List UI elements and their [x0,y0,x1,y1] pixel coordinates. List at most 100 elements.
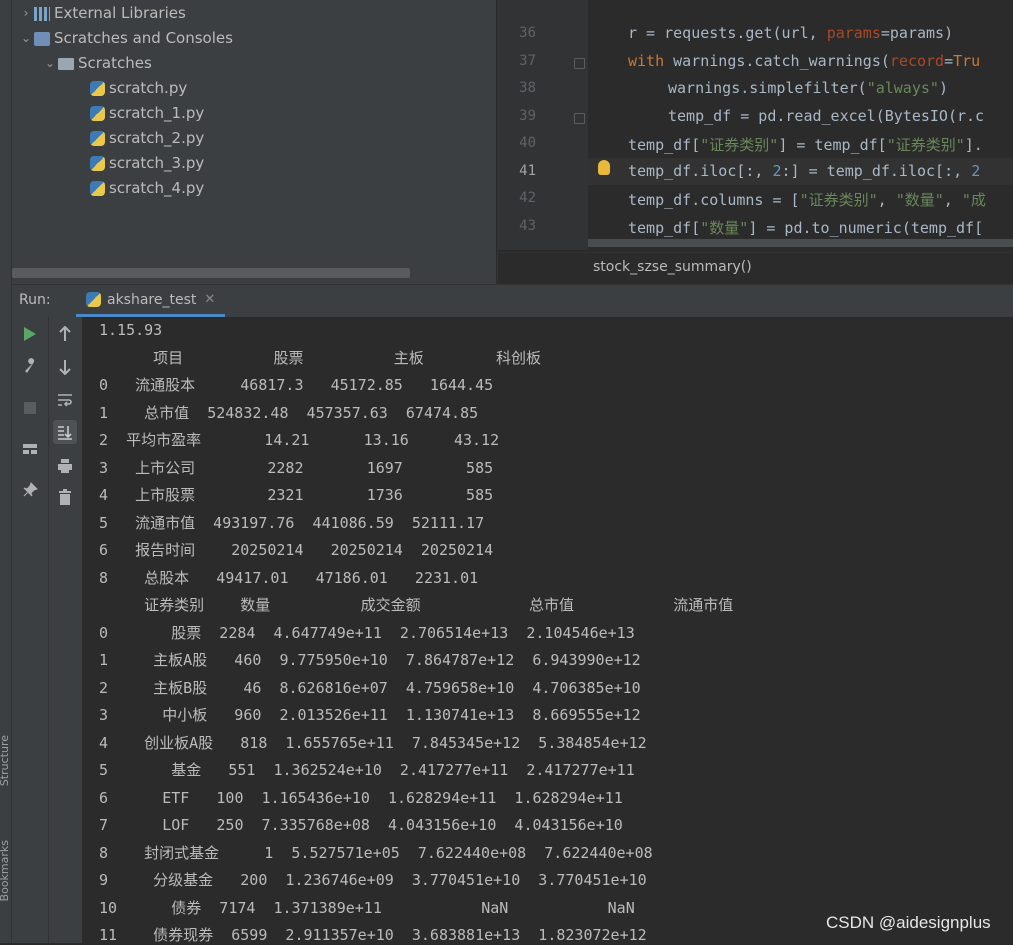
scroll-down-button[interactable] [53,355,77,379]
tree-item-label: Scratches and Consoles [54,29,233,47]
tree-item-label: scratch.py [109,79,188,97]
code-line: temp_df["数量"] = pd.to_numeric(temp_df[ [628,219,984,237]
line-number: 41 [519,163,536,179]
console-line: 项目 股票 主板 科创板 [99,349,542,367]
console-line: 0 流通股本 46817.3 45172.85 1644.45 [99,376,494,394]
code-editor[interactable]: 36 37 38 39 40 41 42 43 r = requests.get… [497,0,1013,285]
structure-tab[interactable]: Structure [0,735,11,786]
tree-item-external-libraries[interactable]: › External Libraries [18,1,186,26]
tab-akshare-test[interactable]: akshare_test ✕ [76,285,226,317]
console-line: 1 总市值 524832.48 457357.63 67474.85 [99,404,479,422]
run-toolbar-right [49,317,83,943]
layout-icon [23,444,37,454]
console-line: 4 上市股票 2321 1736 585 [99,486,494,504]
scroll-to-end-button[interactable] [53,420,77,444]
rerun-button[interactable] [18,322,42,346]
code-line: temp_df = pd.read_excel(BytesIO(r.c [668,107,985,125]
tree-item-scratches-and-consoles[interactable]: ⌄ Scratches and Consoles [18,26,233,51]
line-number: 43 [519,218,536,234]
layout-button[interactable] [18,437,42,461]
code-line: temp_df["证券类别"] = temp_df["证券类别"]. [628,136,983,154]
line-number: 38 [519,80,536,96]
line-number: 42 [519,190,536,206]
run-label: Run: [19,292,51,308]
code-line: with warnings.catch_warnings(record=Tru [628,52,981,70]
close-icon[interactable]: ✕ [204,292,215,307]
bookmarks-tab[interactable]: Bookmarks [0,840,11,901]
tree-item-label: scratch_4.py [109,179,205,197]
code-line: temp_df.columns = ["证券类别", "数量", "成 [628,191,986,209]
console-line: 1.15.93 [99,321,163,339]
console-line: 9 分级基金 200 1.236746e+09 3.770451e+10 3.7… [99,871,647,889]
tree-item-label: Scratches [78,54,152,72]
run-tab-label: akshare_test [107,291,197,308]
stop-button[interactable] [18,396,42,420]
console-line: 3 中小板 960 2.013526e+11 1.130741e+13 8.66… [99,706,641,724]
console-line: 10 债券 7174 1.371389e+11 NaN NaN [99,899,635,917]
horizontal-scrollbar[interactable] [12,268,410,278]
scroll-to-end-icon [58,426,72,440]
clear-all-button[interactable] [53,485,77,509]
tree-item-file[interactable]: scratch_4.py [90,176,204,201]
library-icon [34,6,50,21]
play-icon [24,327,36,341]
tree-item-file[interactable]: scratch_2.py [90,126,204,151]
console-line: 2 主板B股 46 8.626816e+07 4.759658e+10 4.70… [99,679,641,697]
console-line: 5 基金 551 1.362524e+10 2.417277e+11 2.417… [99,761,635,779]
line-number: 40 [519,135,536,151]
wrench-icon [25,358,35,373]
scratches-icon [34,31,50,46]
tree-item-file[interactable]: scratch.py [90,76,187,101]
print-button[interactable] [53,454,77,478]
fold-marker-icon[interactable] [574,113,585,124]
fold-marker-icon[interactable] [574,58,585,69]
chevron-down-icon[interactable]: ⌄ [42,51,58,76]
python-file-icon [86,292,101,307]
console-line: 11 债券现券 6599 2.911357e+10 3.683881e+13 1… [99,926,647,944]
python-file-icon [90,106,105,121]
console-output[interactable]: 1.15.93 项目 股票 主板 科创板 0 流通股本 46817.3 45172… [83,317,1013,944]
soft-wrap-icon [58,394,72,407]
chevron-down-icon[interactable]: ⌄ [18,26,34,51]
scroll-up-button[interactable] [53,322,77,346]
trash-icon [59,489,71,505]
stop-icon [24,402,36,414]
code-line: temp_df.iloc[:, 2:] = temp_df.iloc[:, 2 [628,162,981,180]
code-line: warnings.simplefilter("always") [668,79,948,97]
line-number: 37 [519,53,536,69]
console-line: 4 创业板A股 818 1.655765e+11 7.845345e+12 5.… [99,734,647,752]
pin-tab-button[interactable] [18,478,42,502]
console-line: 6 ETF 100 1.165436e+10 1.628294e+11 1.62… [99,789,623,807]
console-line: 8 总股本 49417.01 47186.01 2231.01 [99,569,479,587]
tool-window-strip: Structure Bookmarks [0,0,12,943]
console-line: 7 LOF 250 7.335768e+08 4.043156e+10 4.04… [99,816,623,834]
arrow-down-icon [59,360,71,375]
console-line: 0 股票 2284 4.647749e+11 2.706514e+13 2.10… [99,624,635,642]
console-line: 2 平均市盈率 14.21 13.16 43.12 [99,431,500,449]
settings-button[interactable] [18,354,42,378]
code-line: r = requests.get(url, params=params) [628,24,954,42]
run-tool-window-header: Run: akshare_test ✕ [12,284,1013,318]
tree-item-file[interactable]: scratch_1.py [90,101,204,126]
project-tree-panel: › External Libraries ⌄ Scratches and Con… [12,0,496,284]
console-line: 证券类别 数量 成交金额 总市值 流通市值 [99,596,734,614]
breadcrumb-function[interactable]: stock_szse_summary() [593,259,752,275]
console-line: 5 流通市值 493197.76 441086.59 52111.17 [99,514,485,532]
run-toolbar-left [12,317,49,943]
pin-icon [23,482,38,497]
python-file-icon [90,81,105,96]
line-number: 36 [519,25,536,41]
chevron-right-icon[interactable]: › [18,1,34,26]
tree-item-scratches[interactable]: ⌄ Scratches [42,51,152,76]
tree-item-file[interactable]: scratch_3.py [90,151,204,176]
tree-item-label: scratch_1.py [109,104,205,122]
tree-item-label: scratch_2.py [109,129,205,147]
console-line: 3 上市公司 2282 1697 585 [99,459,494,477]
python-file-icon [90,131,105,146]
lightbulb-icon[interactable] [598,160,610,175]
breadcrumb[interactable]: stock_szse_summary() [498,252,1013,285]
print-icon [58,459,72,473]
horizontal-scrollbar[interactable] [588,239,1013,247]
soft-wrap-button[interactable] [53,388,77,412]
console-line: 6 报告时间 20250214 20250214 20250214 [99,541,494,559]
